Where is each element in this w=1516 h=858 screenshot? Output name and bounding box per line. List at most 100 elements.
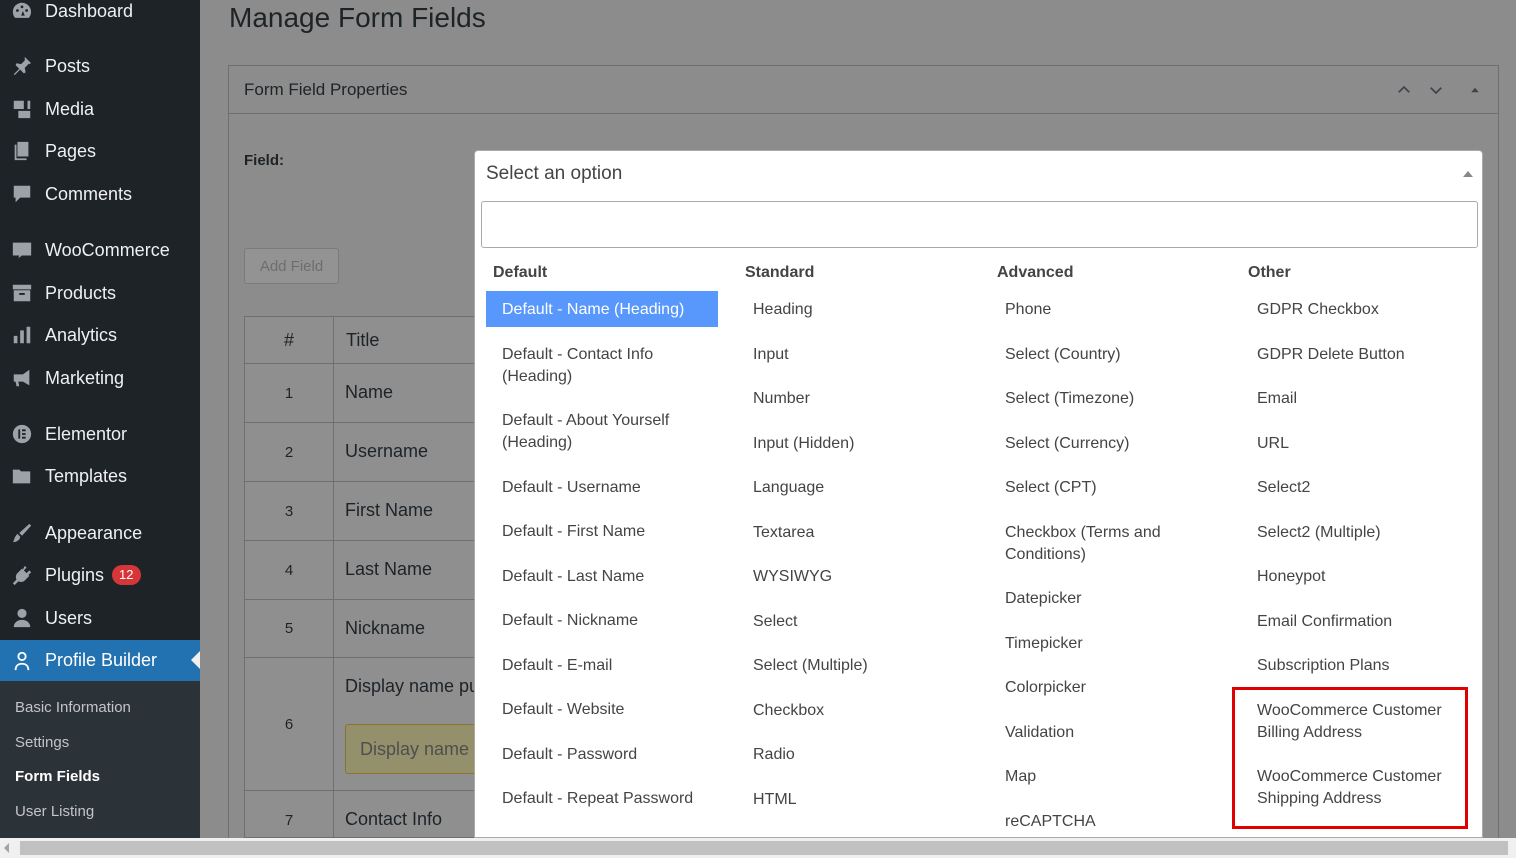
option-map[interactable]: Map: [1005, 766, 1225, 788]
option-datepicker[interactable]: Datepicker: [1005, 588, 1225, 610]
option-default-nickname[interactable]: Default - Nickname: [502, 610, 722, 632]
move-down-button[interactable]: [1424, 78, 1448, 102]
menu-marketing[interactable]: Marketing: [0, 358, 200, 398]
table-row[interactable]: 3 First Name: [245, 482, 483, 541]
menu-appearance[interactable]: Appearance: [0, 513, 200, 553]
field-select[interactable]: Select an option: [474, 150, 1483, 196]
option-email[interactable]: Email: [1257, 388, 1477, 410]
scroll-left-arrow-icon[interactable]: [4, 843, 9, 853]
scrollbar-thumb[interactable]: [20, 841, 1508, 855]
dashboard-icon: [10, 0, 34, 23]
option-subscription-plans[interactable]: Subscription Plans: [1257, 655, 1477, 677]
menu-woocommerce[interactable]: WooCommerce: [0, 230, 200, 270]
table-row[interactable]: 4 Last Name: [245, 541, 483, 600]
group-advanced-label: Advanced: [997, 264, 1074, 281]
archive-icon: [10, 281, 34, 305]
option-default-password[interactable]: Default - Password: [502, 744, 722, 766]
menu-media[interactable]: Media: [0, 89, 200, 129]
option-gdpr-delete-button[interactable]: GDPR Delete Button: [1257, 344, 1477, 366]
bar-chart-icon: [10, 323, 34, 347]
option-select2[interactable]: Select2: [1257, 477, 1477, 499]
option-phone[interactable]: Phone: [1005, 299, 1225, 321]
option-default-first-name[interactable]: Default - First Name: [502, 521, 722, 543]
table-row[interactable]: 6 Display name pu Display name p: [245, 658, 483, 791]
option-default-username[interactable]: Default - Username: [502, 477, 722, 499]
option-default-name-heading[interactable]: Default - Name (Heading): [486, 291, 718, 327]
table-header-title: Title: [334, 317, 483, 364]
table-row[interactable]: 1 Name: [245, 364, 483, 423]
menu-pages[interactable]: Pages: [0, 131, 200, 171]
group-standard-label: Standard: [745, 264, 815, 281]
menu-templates[interactable]: Templates: [0, 456, 200, 496]
option-recaptcha[interactable]: reCAPTCHA: [1005, 811, 1225, 833]
option-input-hidden[interactable]: Input (Hidden): [753, 433, 973, 455]
option-default-last-name[interactable]: Default - Last Name: [502, 566, 722, 588]
page-title: Manage Form Fields: [229, 2, 486, 33]
option-select[interactable]: Select: [753, 611, 973, 633]
menu-elementor[interactable]: Elementor: [0, 414, 200, 454]
option-checkbox[interactable]: Checkbox: [753, 700, 973, 722]
option-textarea[interactable]: Textarea: [753, 522, 973, 544]
option-validation[interactable]: Validation: [1005, 722, 1225, 744]
chevron-up-icon: [1398, 85, 1410, 93]
menu-products[interactable]: Products: [0, 273, 200, 313]
menu-profile-builder[interactable]: Profile Builder: [0, 640, 200, 681]
option-select-currency[interactable]: Select (Currency): [1005, 433, 1225, 455]
option-select-multiple[interactable]: Select (Multiple): [753, 655, 973, 677]
menu-posts[interactable]: Posts: [0, 46, 200, 86]
move-up-button[interactable]: [1392, 78, 1416, 102]
option-default-about-yourself[interactable]: Default - About Yourself (Heading): [502, 410, 722, 454]
annotation-highlight-box: [1232, 687, 1468, 829]
folder-icon: [10, 464, 34, 488]
add-field-button[interactable]: Add Field: [244, 248, 339, 284]
option-timepicker[interactable]: Timepicker: [1005, 633, 1225, 655]
option-gdpr-checkbox[interactable]: GDPR Checkbox: [1257, 299, 1477, 321]
option-input[interactable]: Input: [753, 344, 973, 366]
option-html[interactable]: HTML: [753, 789, 973, 811]
table-header-number: #: [245, 317, 334, 364]
dropdown-search-input[interactable]: [481, 201, 1478, 248]
option-colorpicker[interactable]: Colorpicker: [1005, 677, 1225, 699]
submenu-settings[interactable]: Settings: [15, 734, 69, 751]
menu-analytics[interactable]: Analytics: [0, 315, 200, 355]
woo-icon: [10, 238, 34, 262]
submenu-form-fields[interactable]: Form Fields: [15, 768, 100, 785]
option-select-timezone[interactable]: Select (Timezone): [1005, 388, 1225, 410]
field-label: Field:: [244, 152, 284, 169]
option-wysiwyg[interactable]: WYSIWYG: [753, 566, 973, 588]
menu-users[interactable]: Users: [0, 598, 200, 638]
profile-builder-submenu: Basic Information Settings Form Fields U…: [0, 681, 200, 838]
option-checkbox-terms[interactable]: Checkbox (Terms and Conditions): [1005, 522, 1225, 566]
menu-plugins[interactable]: Plugins 12: [0, 555, 200, 595]
option-default-website[interactable]: Default - Website: [502, 699, 722, 721]
horizontal-scrollbar[interactable]: [0, 838, 1516, 858]
table-row[interactable]: 7 Contact Info: [245, 791, 483, 837]
option-number[interactable]: Number: [753, 388, 973, 410]
option-select2-multiple[interactable]: Select2 (Multiple): [1257, 522, 1477, 544]
option-heading[interactable]: Heading: [753, 299, 973, 321]
table-row[interactable]: 2 Username: [245, 423, 483, 482]
option-select-country[interactable]: Select (Country): [1005, 344, 1225, 366]
media-icon: [10, 97, 34, 121]
menu-comments[interactable]: Comments: [0, 174, 200, 214]
plugins-update-badge: 12: [112, 565, 141, 585]
option-default-contact-info[interactable]: Default - Contact Info (Heading): [502, 344, 722, 388]
form-fields-table: # Title 1 Name 2 Username 3 First Name 4…: [244, 316, 484, 838]
option-radio[interactable]: Radio: [753, 744, 973, 766]
option-language[interactable]: Language: [753, 477, 973, 499]
option-default-email[interactable]: Default - E-mail: [502, 655, 722, 677]
menu-dashboard[interactable]: Dashboard: [0, 0, 200, 31]
group-other-label: Other: [1248, 264, 1291, 281]
submenu-user-listing[interactable]: User Listing: [15, 803, 94, 820]
plug-icon: [10, 563, 34, 587]
option-default-repeat-password[interactable]: Default - Repeat Password: [502, 788, 722, 810]
collapse-toggle-button[interactable]: [1463, 78, 1487, 102]
option-honeypot[interactable]: Honeypot: [1257, 566, 1477, 588]
submenu-basic-information[interactable]: Basic Information: [15, 699, 131, 716]
table-row[interactable]: 5 Nickname: [245, 600, 483, 658]
display-name-input[interactable]: Display name p: [345, 724, 483, 774]
option-select-cpt[interactable]: Select (CPT): [1005, 477, 1225, 499]
option-email-confirmation[interactable]: Email Confirmation: [1257, 611, 1477, 633]
triangle-up-icon: [1471, 87, 1479, 93]
option-url[interactable]: URL: [1257, 433, 1477, 455]
